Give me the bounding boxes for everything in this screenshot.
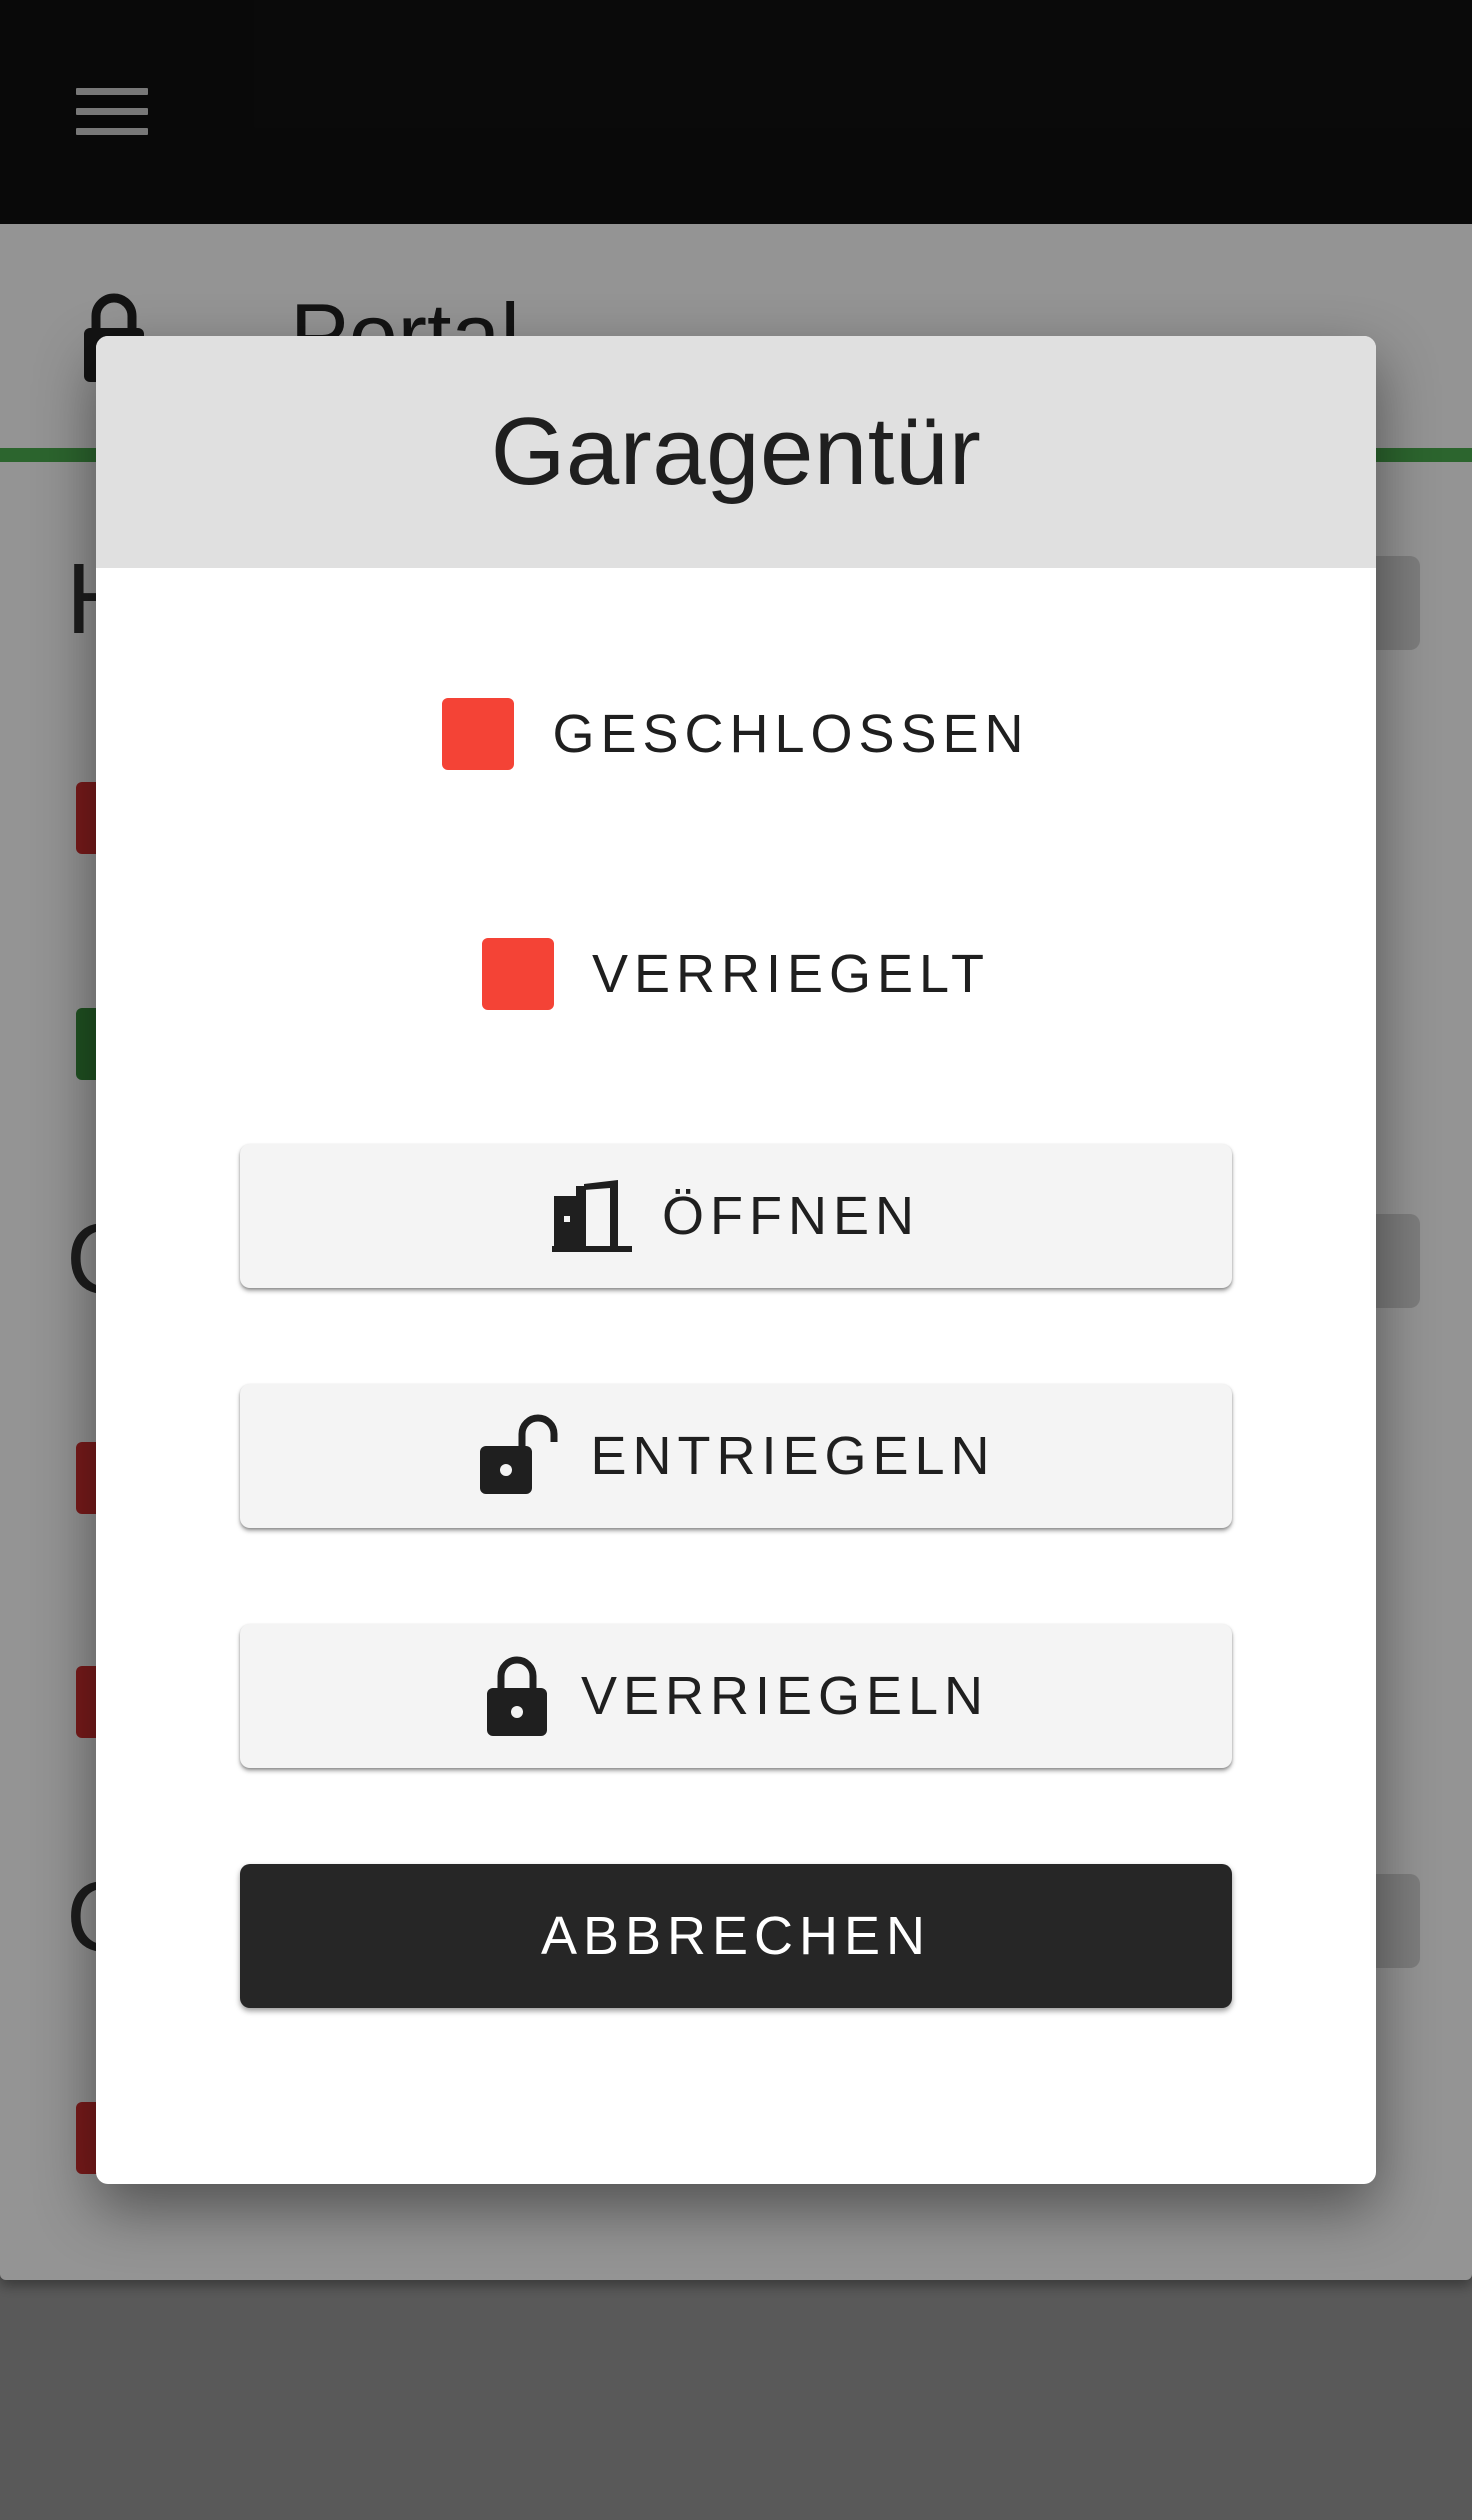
dialog-title: Garagentür xyxy=(490,398,982,505)
cancel-button[interactable]: ABBRECHEN xyxy=(240,1864,1232,2008)
status-indicator-red xyxy=(481,938,554,1010)
status-locked: VERRIEGELT xyxy=(96,934,1376,1014)
lock-button[interactable]: VERRIEGELN xyxy=(240,1624,1232,1768)
open-button-label: ÖFFNEN xyxy=(662,1186,920,1246)
status-indicator-red xyxy=(442,698,515,770)
dialog-header: Garagentür xyxy=(96,336,1376,568)
garage-door-dialog: Garagentür GESCHLOSSEN VERRIEGELT ÖFFNEN… xyxy=(96,336,1376,2184)
unlock-button[interactable]: ENTRIEGELN xyxy=(240,1384,1232,1528)
status-label: VERRIEGELT xyxy=(591,944,991,1004)
door-open-icon xyxy=(552,1180,632,1252)
lock-button-label: VERRIEGELN xyxy=(580,1666,990,1726)
lock-open-icon xyxy=(480,1414,558,1494)
lock-icon xyxy=(486,1656,547,1736)
unlock-button-label: ENTRIEGELN xyxy=(590,1426,996,1486)
status-label: GESCHLOSSEN xyxy=(552,704,1030,764)
open-button[interactable]: ÖFFNEN xyxy=(240,1144,1232,1288)
status-closed: GESCHLOSSEN xyxy=(96,694,1376,774)
cancel-button-label: ABBRECHEN xyxy=(540,1906,932,1966)
